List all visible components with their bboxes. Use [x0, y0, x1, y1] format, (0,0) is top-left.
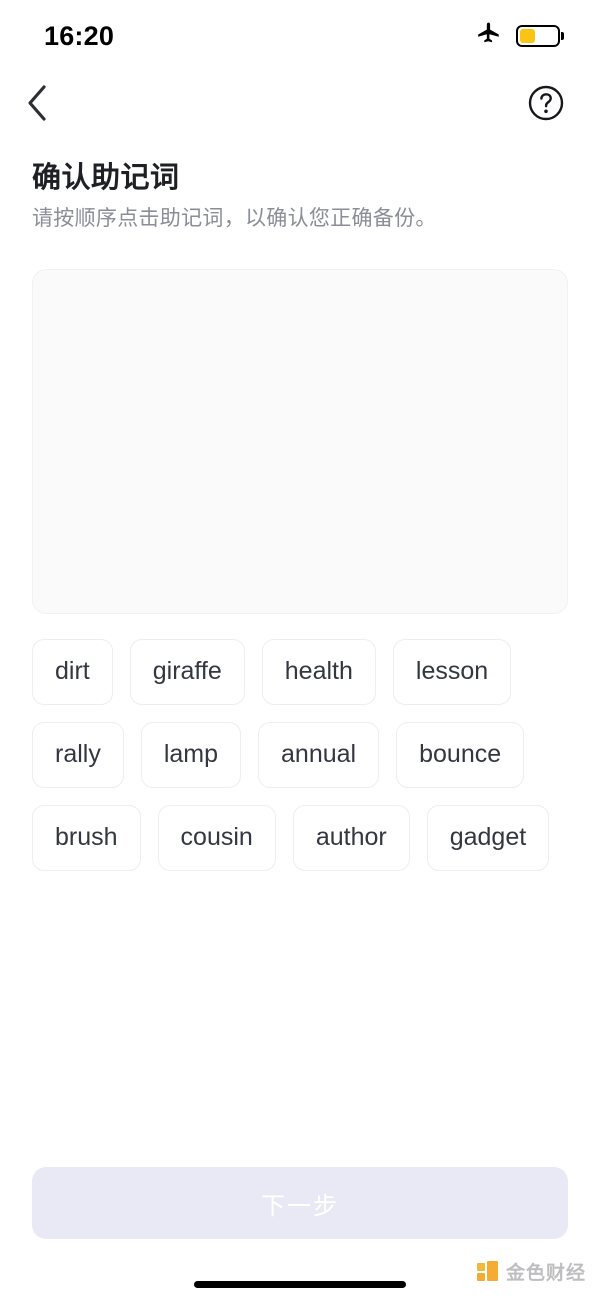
help-button[interactable] — [524, 83, 568, 127]
footer: 下一步 — [0, 1167, 600, 1239]
home-indicator — [194, 1281, 406, 1288]
word-chip[interactable]: gadget — [426, 804, 550, 871]
word-chip[interactable]: author — [292, 804, 410, 871]
battery-low-power-icon — [516, 25, 560, 47]
status-bar: 16:20 — [0, 0, 600, 72]
watermark-label: 金色财经 — [505, 1263, 586, 1284]
page-title: 确认助记词 — [32, 162, 180, 194]
word-chip[interactable]: annual — [258, 721, 380, 788]
navigation-bar — [0, 72, 600, 138]
next-button[interactable]: 下一步 — [32, 1167, 568, 1239]
back-button[interactable] — [24, 83, 68, 127]
status-bar-indicators — [476, 21, 560, 52]
word-chip[interactable]: health — [261, 638, 376, 705]
word-chip[interactable]: cousin — [157, 804, 276, 871]
word-chip[interactable]: giraffe — [129, 638, 245, 705]
selected-words-area[interactable] — [32, 268, 568, 614]
word-chip[interactable]: lamp — [140, 721, 242, 788]
status-bar-time: 16:20 — [44, 20, 115, 51]
jinse-logo-icon — [476, 1260, 499, 1283]
page-subtitle: 请按顺序点击助记词，以确认您正确备份。 — [32, 207, 437, 231]
word-chip[interactable]: rally — [32, 721, 124, 788]
word-chip[interactable]: brush — [32, 804, 141, 871]
word-chip[interactable]: dirt — [32, 638, 113, 705]
word-pool: dirt giraffe health lesson rally lamp annual bo… — [32, 638, 568, 871]
question-mark-circle-icon — [527, 84, 565, 127]
airplane-mode-icon — [476, 21, 502, 52]
watermark: 金色财经 — [476, 1258, 586, 1285]
word-chip[interactable]: lesson — [392, 638, 512, 705]
word-chip[interactable]: bounce — [396, 721, 525, 788]
chevron-left-icon — [24, 83, 50, 128]
header-block: 确认助记词 请按顺序点击助记词，以确认您正确备份。 — [0, 138, 600, 235]
